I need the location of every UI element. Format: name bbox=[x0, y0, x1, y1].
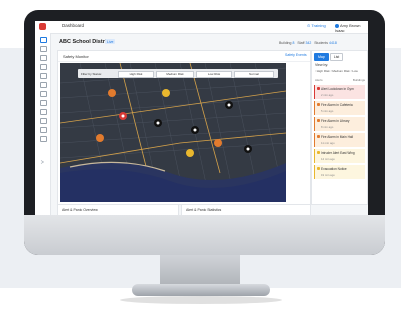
alerts-column-header: Alerts Buildings bbox=[315, 78, 365, 82]
stat-label: Staff bbox=[297, 41, 305, 45]
map-card: Safety Monitor Safety Events Filter by S… bbox=[57, 50, 311, 205]
alert-item[interactable]: Fire Alarm in Cafeteria 5 min ago bbox=[314, 101, 365, 115]
help-icon[interactable] bbox=[40, 136, 47, 142]
map-card-title: Safety Monitor bbox=[63, 54, 89, 59]
shield-icon[interactable] bbox=[40, 109, 47, 115]
overview-card: Alert & Panic Overview bbox=[57, 204, 179, 215]
alerts-panel: Map List View by: ○High Risk ○Medium Risk… bbox=[311, 50, 368, 205]
alert-item[interactable]: Alert Lockdown in Gym 2 min ago bbox=[314, 85, 365, 99]
alert-icon bbox=[316, 119, 320, 122]
alert-item[interactable]: Intruder Alert East Wing 14 min ago bbox=[314, 149, 365, 163]
training-link[interactable]: ⊙ Training bbox=[307, 23, 326, 28]
alert-title: Fire Alarm in Main Hall bbox=[321, 135, 354, 139]
marker-yellow[interactable] bbox=[186, 149, 194, 157]
marker-black[interactable] bbox=[154, 119, 162, 127]
building-icon[interactable] bbox=[40, 64, 47, 70]
page-title: ABC School District bbox=[59, 39, 112, 45]
alert-time: 5 min ago bbox=[321, 109, 334, 113]
marker-black[interactable] bbox=[191, 126, 199, 134]
alert-title: Fire Alarm in Cafeteria bbox=[321, 103, 353, 107]
chart-icon[interactable] bbox=[40, 91, 47, 97]
stat-value: 342 bbox=[305, 41, 312, 45]
map-markers bbox=[96, 89, 252, 157]
alert-icon bbox=[316, 87, 320, 90]
radio-high[interactable]: High Risk bbox=[317, 69, 330, 73]
marker-black[interactable] bbox=[225, 101, 233, 109]
training-label: Training bbox=[311, 23, 326, 28]
status-badge: Live bbox=[105, 39, 116, 44]
monitor-chin bbox=[24, 215, 385, 255]
alert-title: Fire Alarm in Library bbox=[321, 119, 350, 123]
stat-value: 8 bbox=[292, 41, 295, 45]
alert-item[interactable]: Evacuation Notice 19 min ago bbox=[314, 165, 365, 179]
alert-time: 11 min ago bbox=[321, 141, 335, 145]
home-icon[interactable] bbox=[40, 37, 47, 43]
marker-black[interactable] bbox=[244, 145, 252, 153]
alert-icon bbox=[316, 167, 320, 170]
alert-title: Alert Lockdown in Gym bbox=[321, 87, 354, 91]
alert-time: 2 min ago bbox=[321, 93, 334, 97]
alert-icon bbox=[316, 151, 320, 154]
alert-title: Intruder Alert East Wing bbox=[321, 151, 355, 155]
calendar-icon[interactable] bbox=[40, 82, 47, 88]
radio-low[interactable]: Low bbox=[352, 69, 358, 73]
radio-medium[interactable]: Medium Risk bbox=[332, 69, 349, 73]
marker-yellow[interactable] bbox=[162, 89, 170, 97]
statistics-title: Alert & Panic Statistics bbox=[186, 208, 222, 212]
alert-time: 14 min ago bbox=[321, 157, 335, 161]
marker-orange[interactable] bbox=[214, 139, 222, 147]
alert-time: 19 min ago bbox=[321, 173, 335, 177]
alert-item[interactable]: Fire Alarm in Library 8 min ago bbox=[314, 117, 365, 131]
alert-time: 8 min ago bbox=[321, 125, 334, 129]
view-by-label: View by: bbox=[315, 63, 329, 67]
top-bar: Dashboard ⊙ Training Amy Brown Isaac bbox=[35, 21, 368, 34]
alert-icon bbox=[316, 103, 320, 106]
column-alerts: Alerts bbox=[315, 78, 323, 82]
bell-icon[interactable] bbox=[40, 73, 47, 79]
stat-value: 4418 bbox=[329, 41, 337, 45]
people-icon[interactable] bbox=[40, 55, 47, 61]
stats-summary: Building 8 Staff 342 Students 4418 bbox=[279, 41, 337, 45]
view-tabs: Map List bbox=[314, 53, 344, 61]
stat-label: Building bbox=[279, 41, 292, 45]
overview-title: Alert & Panic Overview bbox=[62, 208, 98, 212]
marker-red[interactable] bbox=[119, 112, 127, 120]
stat-label: Students bbox=[314, 41, 329, 45]
tab-list[interactable]: List bbox=[329, 53, 344, 61]
alert-icon bbox=[316, 135, 320, 138]
safety-events-button[interactable]: Safety Events bbox=[285, 53, 307, 57]
sidebar bbox=[35, 33, 51, 215]
risk-radio-group: ○High Risk ○Medium Risk ○Low bbox=[315, 69, 358, 73]
marker-orange[interactable] bbox=[108, 89, 116, 97]
settings-icon[interactable] bbox=[40, 118, 47, 124]
document-icon[interactable] bbox=[40, 100, 47, 106]
marker-orange[interactable] bbox=[96, 134, 104, 142]
alert-item[interactable]: Fire Alarm in Main Hall 11 min ago bbox=[314, 133, 365, 147]
report-icon[interactable] bbox=[40, 127, 47, 133]
map-card-header: Safety Monitor Safety Events bbox=[58, 51, 310, 62]
app-title: Dashboard bbox=[62, 23, 85, 28]
column-buildings: Buildings bbox=[352, 78, 365, 82]
stand-shadow bbox=[120, 296, 282, 304]
user-menu[interactable]: Amy Brown Isaac bbox=[335, 23, 368, 33]
alert-title: Evacuation Notice bbox=[321, 167, 347, 171]
statistics-card: Alert & Panic Statistics bbox=[181, 204, 311, 215]
app-logo[interactable] bbox=[39, 23, 46, 30]
chevron-right-icon[interactable] bbox=[40, 151, 45, 164]
monitor-stand-neck bbox=[160, 255, 240, 287]
monitor-screen: Dashboard ⊙ Training Amy Brown Isaac ABC… bbox=[35, 21, 368, 215]
tab-map[interactable]: Map bbox=[314, 53, 329, 61]
map-icon[interactable] bbox=[40, 46, 47, 52]
monitor-stand-base bbox=[132, 284, 270, 296]
map-view[interactable]: Filter by Status: High Risk Medium Risk … bbox=[60, 63, 286, 202]
